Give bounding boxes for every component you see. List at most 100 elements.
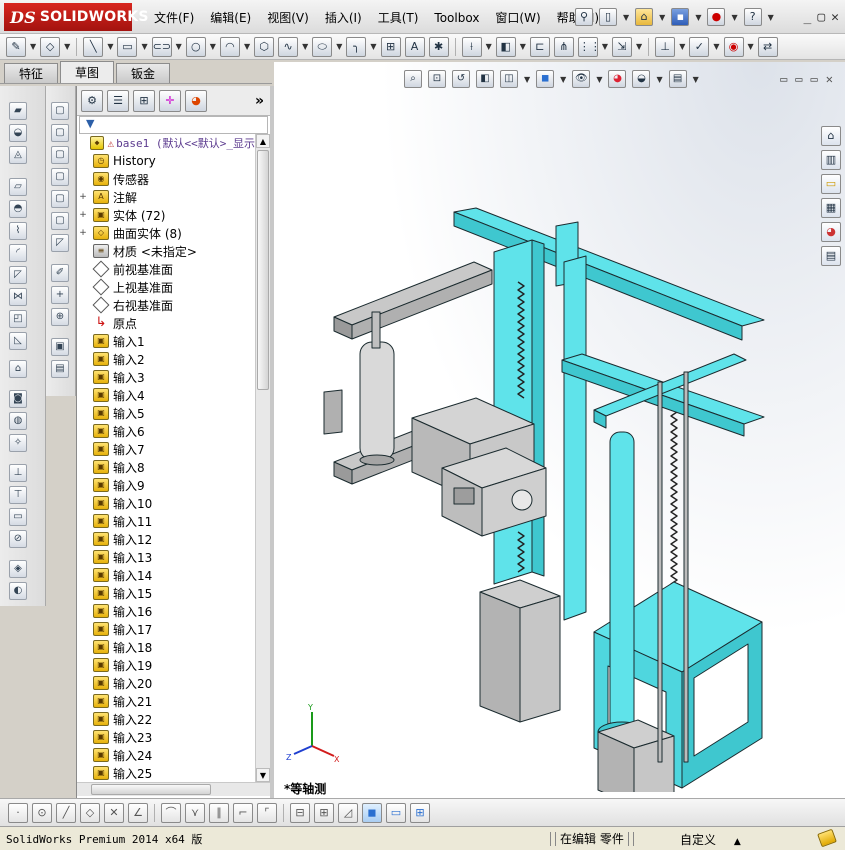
configuration-manager-tab-icon[interactable]: ⊞ <box>133 89 155 112</box>
grid-icon[interactable]: ⊟ <box>290 802 310 823</box>
circle-center-icon[interactable]: ⊙ <box>32 802 52 823</box>
chevron-down-icon[interactable]: ▼ <box>141 42 147 51</box>
tree-item[interactable]: ▣ 输入21 <box>77 692 255 710</box>
hide-show-items-icon[interactable]: 👁 <box>572 70 591 88</box>
view-orientation-icon[interactable]: ◫ <box>500 70 518 88</box>
tree-item[interactable]: ▣ 输入4 <box>77 386 255 404</box>
quick-snaps-icon[interactable]: ◉ <box>723 36 744 57</box>
line-icon[interactable]: ╲ <box>83 36 104 57</box>
edit-appearance-icon[interactable]: ◕ <box>608 70 627 88</box>
chevron-down-icon[interactable]: ▼ <box>336 42 342 51</box>
open-icon[interactable]: ⌂ <box>635 8 654 26</box>
cross-icon[interactable]: ✕ <box>104 802 124 823</box>
chevron-down-icon[interactable]: ▼ <box>520 42 526 51</box>
tree-item[interactable]: ≡ 材质 <未指定> <box>77 242 255 260</box>
tree-item[interactable]: ▣ 输入16 <box>77 602 255 620</box>
tag-icon[interactable] <box>817 828 837 848</box>
reference-geometry-icon[interactable]: ⌂ <box>9 360 27 378</box>
zoom-to-area-icon[interactable]: ⊡ <box>428 70 446 88</box>
expand-panel-icon[interactable]: » <box>255 93 264 109</box>
polygon-icon[interactable]: ◇ <box>80 802 100 823</box>
view-box-icon[interactable]: ▢ <box>51 212 69 230</box>
section-view-icon[interactable]: ◐ <box>9 582 27 600</box>
rebuild-traffic-light-icon[interactable]: ● <box>707 8 726 26</box>
polygon-icon[interactable]: ⬡ <box>254 36 275 57</box>
chevron-down-icon[interactable]: ▼ <box>748 42 754 51</box>
chevron-down-icon[interactable]: ▼ <box>302 42 308 51</box>
smart-dimension-icon[interactable]: ◇ <box>40 36 61 57</box>
sketch-add-icon[interactable]: + <box>51 286 69 304</box>
swept-boss-icon[interactable]: ◬ <box>9 146 27 164</box>
chevron-down-icon[interactable]: ▼ <box>596 75 602 84</box>
model-3d-view[interactable] <box>294 192 774 792</box>
tree-item[interactable]: + ◇ 曲面实体 (8) <box>77 224 255 242</box>
chevron-down-icon[interactable]: ▼ <box>602 42 608 51</box>
curves-icon[interactable]: ◙ <box>9 390 27 408</box>
block-icon[interactable]: ▣ <box>51 338 69 356</box>
tree-item[interactable]: ▣ 输入15 <box>77 584 255 602</box>
repair-sketch-icon[interactable]: ✓ <box>689 36 710 57</box>
snap-parallel-icon[interactable]: ∥ <box>209 802 229 823</box>
tree-root-part[interactable]: ◆ ⚠ base1 (默认<<默认>_显示 <box>77 134 255 152</box>
chevron-down-icon[interactable]: ▼ <box>486 42 492 51</box>
appearances-icon[interactable]: ◕ <box>821 222 841 242</box>
graphics-area[interactable]: ⌕ ⊡ ↺ ◧ ◫ ▼ ◼ ▼ 👁 ▼ ◕ ◒ ▼ ▤ ▼ ▭ ▭ ▭ ✕ ⌂ ▥ ▭ ▦… <box>274 62 845 798</box>
tab-sheet-metal[interactable]: 钣金 <box>116 63 171 83</box>
expand-icon[interactable]: + <box>77 210 89 220</box>
menu-toolbox[interactable]: Toolbox <box>426 9 487 27</box>
unit-system-selector[interactable]: 自定义 ▲ <box>680 831 741 848</box>
custom-properties-icon[interactable]: ▤ <box>821 246 841 266</box>
tree-item[interactable]: ▣ 输入8 <box>77 458 255 476</box>
instant2d-icon[interactable]: ⇄ <box>757 36 778 57</box>
apply-scene-icon[interactable]: ◒ <box>632 70 651 88</box>
tree-item[interactable]: ▣ 输入24 <box>77 746 255 764</box>
dimxpert-manager-tab-icon[interactable]: ✛ <box>159 89 181 112</box>
home-icon[interactable]: ⌂ <box>821 126 841 146</box>
chevron-down-icon[interactable]: ▼ <box>30 42 36 51</box>
move-body-icon[interactable]: ◈ <box>9 560 27 578</box>
convert-entities-icon[interactable]: ◧ <box>495 36 516 57</box>
revolved-boss-icon[interactable]: ◒ <box>9 124 27 142</box>
view-settings-icon[interactable]: ▤ <box>668 70 687 88</box>
expand-icon[interactable]: + <box>77 192 89 202</box>
maximize-button[interactable]: ▢ <box>817 10 825 25</box>
spline-icon[interactable]: ∿ <box>278 36 299 57</box>
tree-item[interactable]: ▣ 输入10 <box>77 494 255 512</box>
minimize-button[interactable]: _ <box>804 10 812 25</box>
split-quad-icon[interactable]: ⊞ <box>410 802 430 823</box>
slot-icon[interactable]: ⊂⊃ <box>151 36 172 57</box>
tab-features[interactable]: 特征 <box>4 63 59 83</box>
tree-item[interactable]: 前视基准面 <box>77 260 255 278</box>
tree-item[interactable]: ▣ 输入20 <box>77 674 255 692</box>
property-manager-tab-icon[interactable]: ☰ <box>107 89 129 112</box>
sketch-edit-icon[interactable]: ✐ <box>51 264 69 282</box>
mirror-icon[interactable]: ⋔ <box>553 36 574 57</box>
trim-icon[interactable]: ⟊ <box>461 36 482 57</box>
tree-item[interactable]: ↳ 原点 <box>77 314 255 332</box>
angle-icon[interactable]: ∠ <box>128 802 148 823</box>
display-style-icon[interactable]: ◼ <box>536 70 555 88</box>
tree-item[interactable]: ◉ 传感器 <box>77 170 255 188</box>
chamfer-icon[interactable]: ◸ <box>9 266 27 284</box>
ellipse-icon[interactable]: ⬭ <box>312 36 333 57</box>
view-palette-icon[interactable]: ▦ <box>821 198 841 218</box>
chevron-down-icon[interactable]: ▼ <box>693 75 699 84</box>
solidworks-logo[interactable]: DS SOLIDWORKS <box>4 3 148 31</box>
tree-item[interactable]: ▣ 输入1 <box>77 332 255 350</box>
line-icon[interactable]: ╱ <box>56 802 76 823</box>
menu-insert[interactable]: 插入(I) <box>317 9 370 27</box>
chevron-down-icon[interactable]: ▼ <box>636 42 642 51</box>
chevron-down-icon[interactable]: ▼ <box>656 75 662 84</box>
tree-item[interactable]: ▣ 输入25 <box>77 764 255 782</box>
chevron-down-icon[interactable]: ▼ <box>768 13 774 22</box>
fillet-feature-icon[interactable]: ◜ <box>9 244 27 262</box>
menu-window[interactable]: 窗口(W) <box>487 9 548 27</box>
tree-item[interactable]: ▣ 输入6 <box>77 422 255 440</box>
tree-horizontal-scrollbar[interactable] <box>77 782 270 796</box>
chevron-down-icon[interactable]: ▼ <box>524 75 530 84</box>
snap-tangent-icon[interactable]: ⌜ <box>257 802 277 823</box>
text-icon[interactable]: A <box>404 36 425 57</box>
tree-item[interactable]: ▣ 输入12 <box>77 530 255 548</box>
tree-item[interactable]: ▣ 输入23 <box>77 728 255 746</box>
tree-item[interactable]: + A 注解 <box>77 188 255 206</box>
